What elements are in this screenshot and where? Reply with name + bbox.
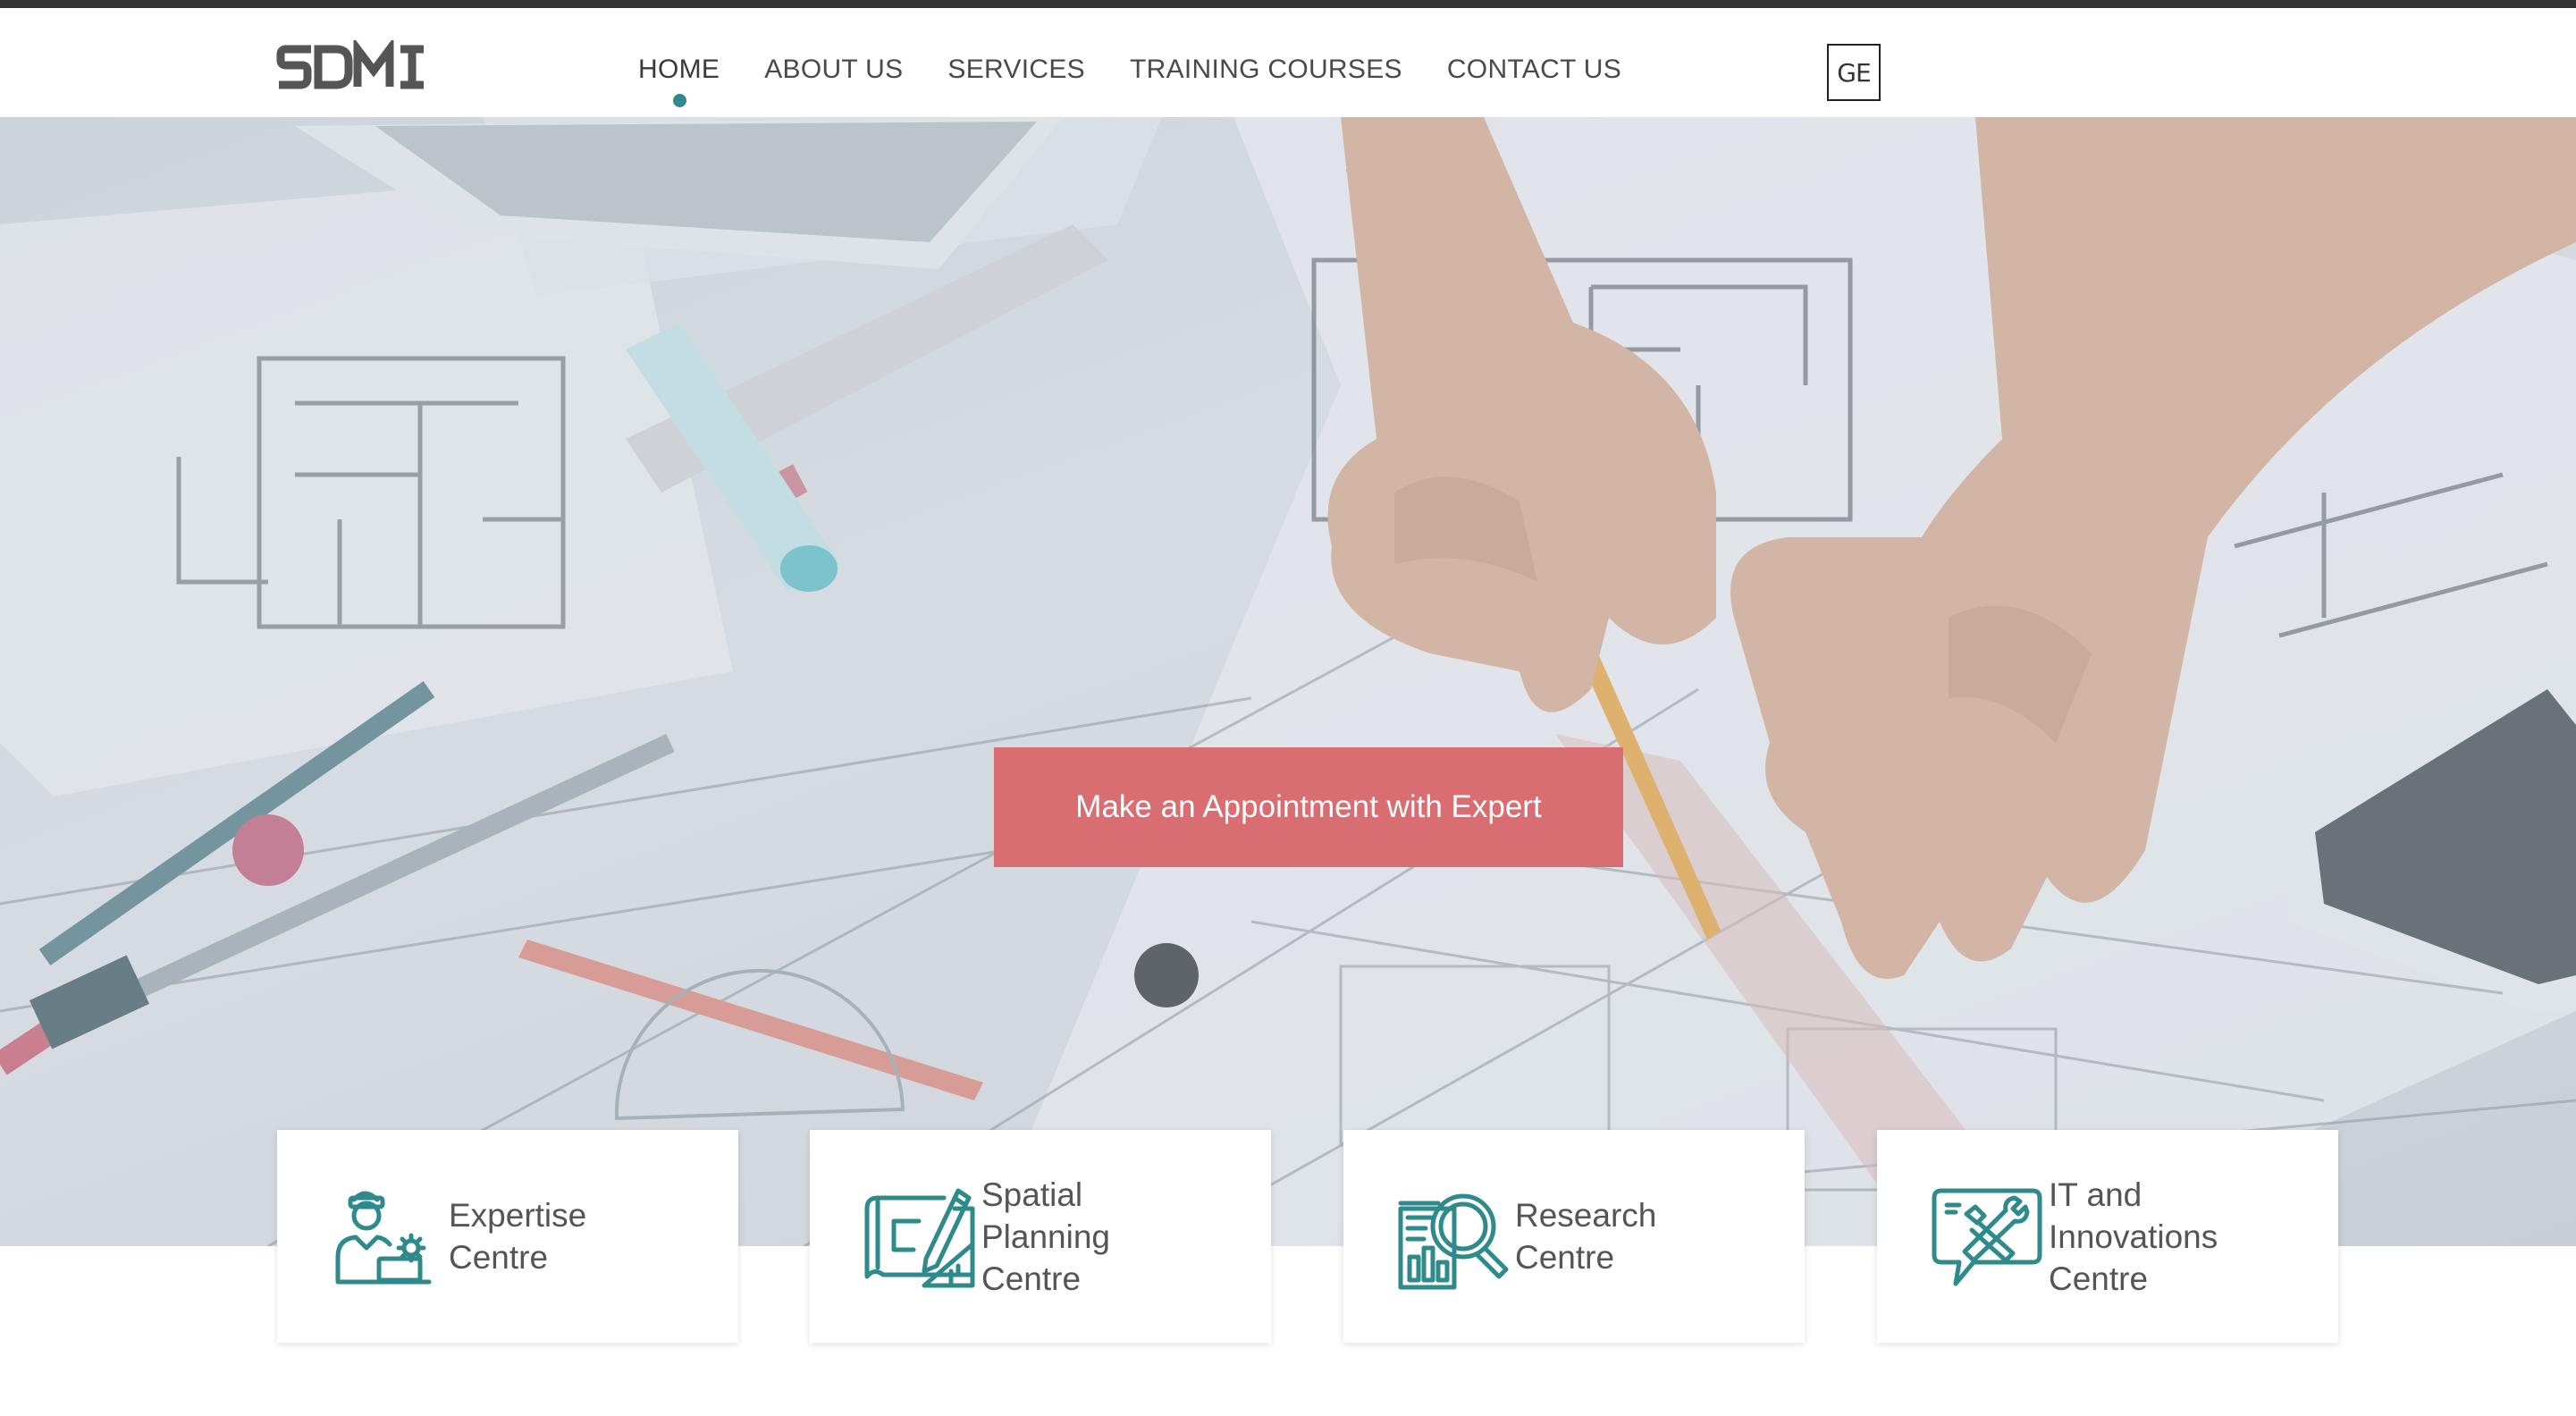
card-research-centre[interactable]: Research Centre [1343, 1130, 1805, 1343]
card-label: Expertise Centre [449, 1194, 717, 1278]
main-nav: HOME ABOUT US SERVICES TRAINING COURSES … [638, 55, 1621, 107]
card-label-line: IT and [2049, 1176, 2142, 1213]
card-label-line: Planning [981, 1218, 1111, 1255]
hero-banner: Make an Appointment with Expert [0, 117, 2576, 1246]
card-label-line: Research [1515, 1197, 1657, 1234]
card-spatial-planning-centre[interactable]: Spatial Planning Centre [810, 1130, 1271, 1343]
site-header: HOME ABOUT US SERVICES TRAINING COURSES … [0, 8, 2576, 117]
nav-training-courses-label: TRAINING COURSES [1130, 55, 1402, 84]
nav-about-us[interactable]: ABOUT US [764, 55, 903, 85]
card-label-line: Innovations [2049, 1218, 2218, 1255]
nav-training-courses[interactable]: TRAINING COURSES [1130, 55, 1402, 85]
card-label-line: Centre [1515, 1239, 1615, 1276]
nav-services[interactable]: SERVICES [947, 55, 1085, 85]
nav-contact-us[interactable]: CONTACT US [1447, 55, 1621, 85]
nav-home[interactable]: HOME [638, 55, 720, 107]
nav-about-us-label: ABOUT US [764, 55, 904, 84]
card-label: Spatial Planning Centre [981, 1174, 1250, 1300]
expert-icon [329, 1182, 443, 1296]
top-strip [0, 0, 2576, 8]
sdmi-logo[interactable] [275, 40, 427, 94]
nav-contact-us-label: CONTACT US [1446, 55, 1622, 84]
card-label-line: Centre [449, 1239, 549, 1276]
card-label-line: Centre [981, 1260, 1082, 1297]
card-label: Research Centre [1515, 1194, 1783, 1278]
blueprint-icon [862, 1182, 976, 1296]
nav-home-label: HOME [638, 55, 720, 84]
card-label-line: Centre [2049, 1260, 2149, 1297]
card-label: IT and Innovations Centre [2049, 1174, 2317, 1300]
make-appointment-button[interactable]: Make an Appointment with Expert [994, 747, 1623, 867]
nav-services-label: SERVICES [947, 55, 1085, 84]
card-label-line: Spatial [981, 1176, 1083, 1213]
hero-overlay [0, 117, 2576, 1246]
card-expertise-centre[interactable]: Expertise Centre [277, 1130, 738, 1343]
active-indicator-dot [672, 94, 686, 107]
card-label-line: Expertise [449, 1197, 587, 1234]
card-it-innovations-centre[interactable]: IT and Innovations Centre [1877, 1130, 2338, 1343]
research-icon [1395, 1182, 1510, 1296]
language-switch-button[interactable]: GE [1827, 44, 1881, 101]
tools-chat-icon [1929, 1182, 2043, 1296]
